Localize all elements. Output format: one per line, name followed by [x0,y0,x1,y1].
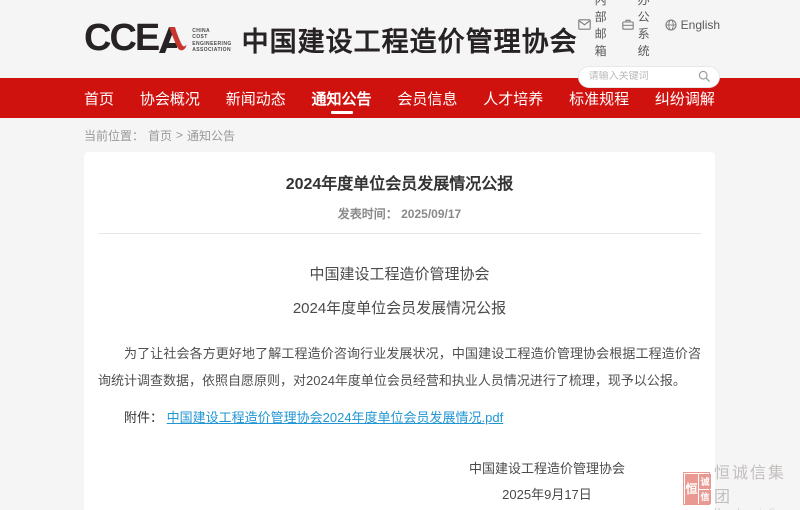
breadcrumb-current: 通知公告 [187,127,235,144]
nav-item-disputes[interactable]: 纠纷调解 [655,78,715,118]
quick-link-label: English [681,18,720,32]
header-right: 内部邮箱 办公系统 English [578,0,720,88]
link-office-system[interactable]: 办公系统 [622,0,650,59]
link-internal-mail[interactable]: 内部邮箱 [578,0,607,59]
site-header: CCE CHINA COST ENGINEERING ASSOCIATION 中… [0,0,800,78]
nav-item-standards[interactable]: 标准规程 [569,78,629,118]
nav-item-members[interactable]: 会员信息 [397,78,457,118]
watermark-name-cn: 恒诚信集团 [714,459,800,507]
document-heading-title: 2024年度单位会员发展情况公报 [98,297,701,318]
globe-icon [665,19,677,31]
document-heading-org: 中国建设工程造价管理协会 [98,263,701,284]
attachment-label: 附件： [124,410,163,425]
ccea-logo-a-glyph [157,25,188,55]
ccea-logo-text: CCE [84,23,158,53]
nav-item-training[interactable]: 人才培养 [483,78,543,118]
quick-link-label: 内部邮箱 [595,0,607,59]
breadcrumb-home-link[interactable]: 首页 [148,127,172,144]
breadcrumb: 当前位置： 首页 > 通知公告 [84,127,800,143]
nav-item-home[interactable]: 首页 [84,78,114,118]
page: CCE CHINA COST ENGINEERING ASSOCIATION 中… [0,0,800,510]
article-paragraph: 为了让社会各方更好地了解工程造价咨询行业发展状况，中国建设工程造价管理协会根据工… [98,340,701,394]
mail-icon [578,19,591,30]
quick-links: 内部邮箱 办公系统 English [578,0,720,59]
site-logo[interactable]: CCE CHINA COST ENGINEERING ASSOCIATION 中… [84,20,578,59]
breadcrumb-prefix: 当前位置： [84,127,144,144]
briefcase-icon [622,19,634,30]
article-title: 2024年度单位会员发展情况公报 [98,152,701,194]
signature-name: 中国建设工程造价管理协会 [469,456,625,482]
title-divider [98,233,701,234]
main-nav: 首页 协会概况 新闻动态 通知公告 会员信息 人才培养 标准规程 纠纷调解 [0,78,800,118]
site-title: 中国建设工程造价管理协会 [242,20,578,59]
link-english[interactable]: English [665,18,720,32]
ccea-logo-mark: CCE [84,23,188,55]
nav-item-notices[interactable]: 通知公告 [312,78,372,118]
main-nav-inner: 首页 协会概况 新闻动态 通知公告 会员信息 人才培养 标准规程 纠纷调解 [84,78,715,118]
watermark-text: 恒诚信集团 Hengchengxin Group [714,459,800,510]
logo-subtext-line: ASSOCIATION [192,47,231,54]
ccea-logo-subtext: CHINA COST ENGINEERING ASSOCIATION [192,28,231,54]
signature-date: 2025年9月17日 [469,482,625,508]
article-card: 2024年度单位会员发展情况公报 发表时间： 2025/09/17 中国建设工程… [84,152,715,510]
signature-block: 中国建设工程造价管理协会 2025年9月17日 [469,456,625,508]
publish-date: 发表时间： 2025/09/17 [98,205,701,222]
nav-item-about[interactable]: 协会概况 [140,78,200,118]
nav-item-news[interactable]: 新闻动态 [226,78,286,118]
breadcrumb-separator: > [176,128,183,142]
attachment-pdf-link[interactable]: 中国建设工程造价管理协会2024年度单位会员发展情况.pdf [167,410,504,425]
quick-link-label: 办公系统 [638,0,650,59]
attachment-row: 附件： 中国建设工程造价管理协会2024年度单位会员发展情况.pdf [98,407,701,426]
